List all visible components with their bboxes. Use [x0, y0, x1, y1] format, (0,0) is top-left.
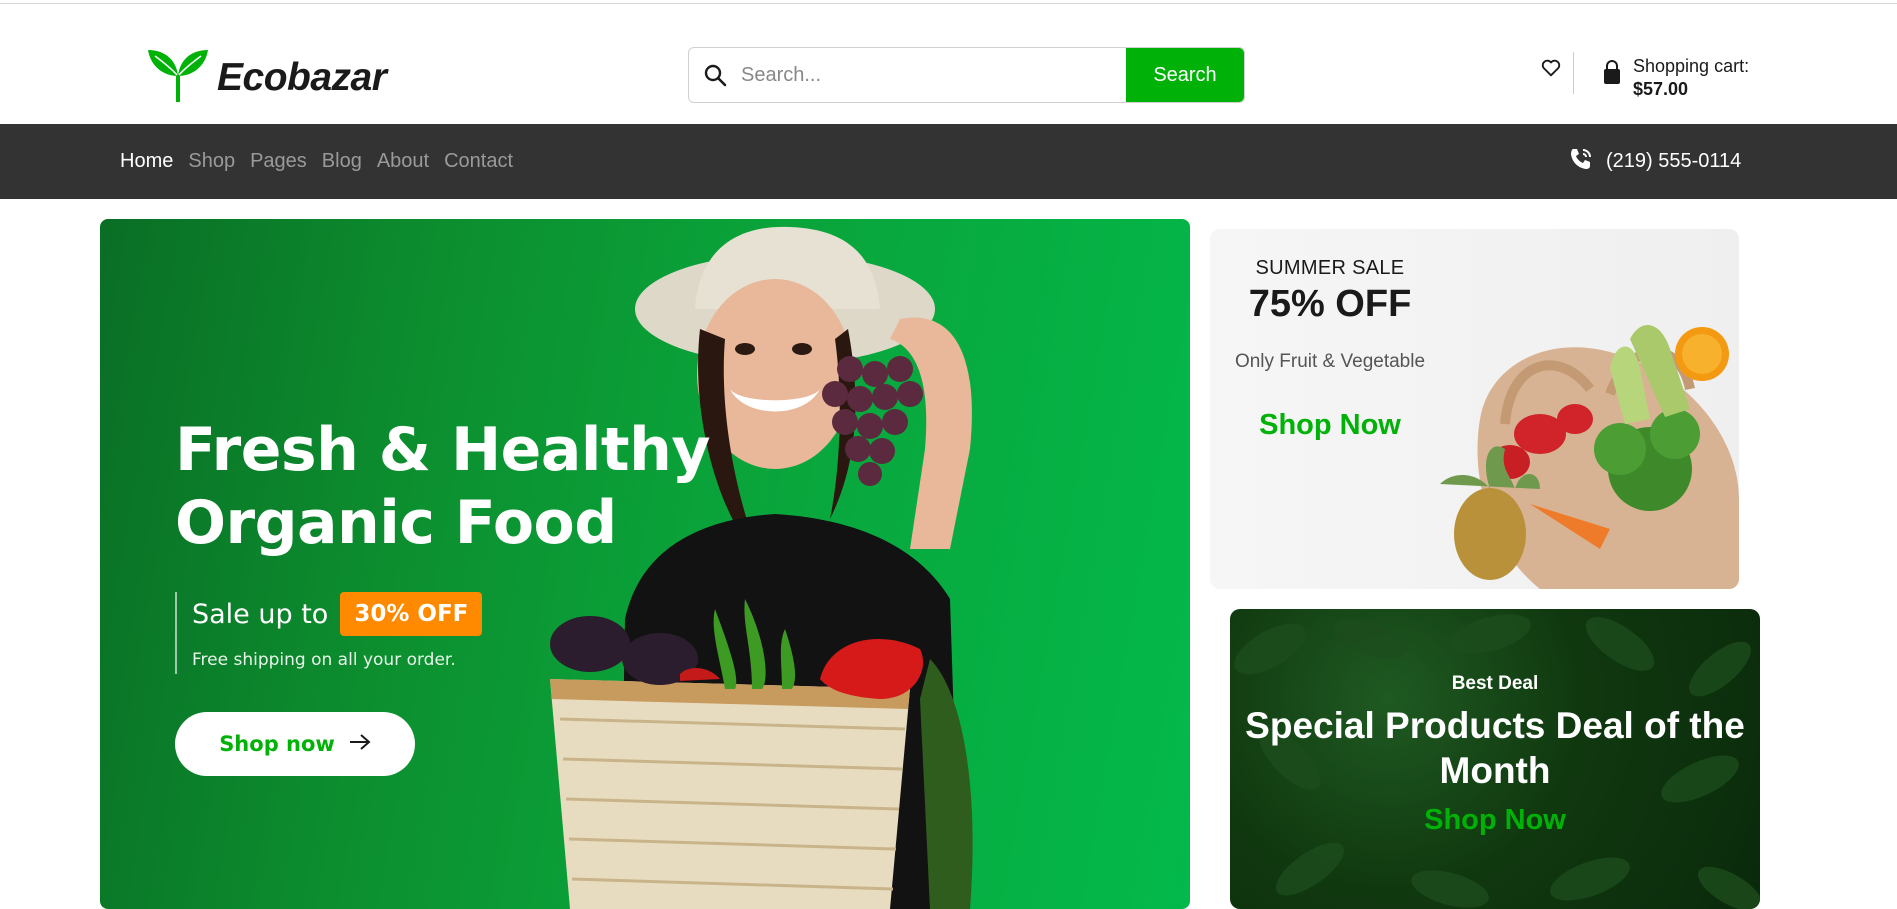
hero-title: Fresh & Healthy Organic Food [175, 414, 710, 560]
summer-sale-kicker: SUMMER SALE [1255, 257, 1405, 279]
hero-shop-now-button[interactable]: Shop now [175, 712, 415, 776]
arrow-right-icon [335, 732, 371, 756]
hero-title-line-1: Fresh & Healthy [175, 415, 710, 485]
phone-number: (219) 555-0114 [1606, 150, 1742, 172]
nav-links: Home Shop Pages Blog About Contact [120, 124, 528, 199]
shopping-cart[interactable]: Shopping cart: $57.00 [1601, 56, 1749, 100]
hero-banner: Fresh & Healthy Organic Food Sale up to … [100, 219, 1190, 909]
leaf-icon [145, 46, 211, 109]
shopping-bag-icon [1601, 56, 1623, 91]
hero-woman-image [550, 226, 973, 909]
search-icon [689, 48, 741, 102]
nav-item-blog[interactable]: Blog [322, 150, 362, 173]
nav-item-shop[interactable]: Shop [188, 150, 235, 173]
summer-sale-shop-now-link[interactable]: Shop Now [1210, 409, 1450, 442]
best-deal-shop-now-link[interactable]: Shop Now [1230, 804, 1760, 837]
hero-title-line-2: Organic Food [175, 488, 617, 558]
heart-icon[interactable] [1540, 57, 1562, 84]
nav-item-pages[interactable]: Pages [250, 150, 307, 173]
summer-sale-subtitle: Only Fruit & Vegetable [1234, 351, 1426, 372]
nav-item-about[interactable]: About [377, 150, 429, 173]
brand-name: Ecobazar [217, 55, 387, 99]
nav-item-home[interactable]: Home [120, 150, 173, 173]
cart-label: Shopping cart: [1633, 56, 1750, 76]
sale-info: Sale up to 30% OFF Free shipping on all … [175, 592, 483, 674]
cart-total: $57.00 [1633, 79, 1689, 99]
best-deal-kicker: Best Deal [1451, 673, 1539, 694]
header: Ecobazar Search Shopping cart: $57.00 [0, 4, 1897, 124]
vegetable-bag-image [1440, 325, 1739, 589]
nav-item-contact[interactable]: Contact [444, 150, 513, 173]
header-divider [1573, 52, 1574, 94]
summer-sale-discount: 75% OFF [1248, 283, 1412, 325]
search-button[interactable]: Search [1126, 48, 1244, 102]
search-input[interactable] [741, 48, 1126, 102]
logo[interactable]: Ecobazar [145, 46, 387, 109]
sale-badge: 30% OFF [340, 592, 483, 636]
search-bar: Search [688, 47, 1245, 103]
best-deal-title: Special Products Deal of the Month [1245, 705, 1745, 791]
phone-call-icon [1568, 146, 1594, 177]
summer-sale-card[interactable]: SUMMER SALE 75% OFF Only Fruit & Vegetab… [1210, 229, 1739, 589]
main-nav: Home Shop Pages Blog About Contact (219)… [0, 124, 1897, 199]
best-deal-card[interactable]: Best Deal Special Products Deal of the M… [1230, 609, 1760, 909]
phone-contact[interactable]: (219) 555-0114 [1568, 124, 1741, 199]
shipping-note: Free shipping on all your order. [192, 650, 456, 670]
sale-label: Sale up to [192, 598, 329, 630]
hero-shop-now-label: Shop now [219, 732, 335, 756]
